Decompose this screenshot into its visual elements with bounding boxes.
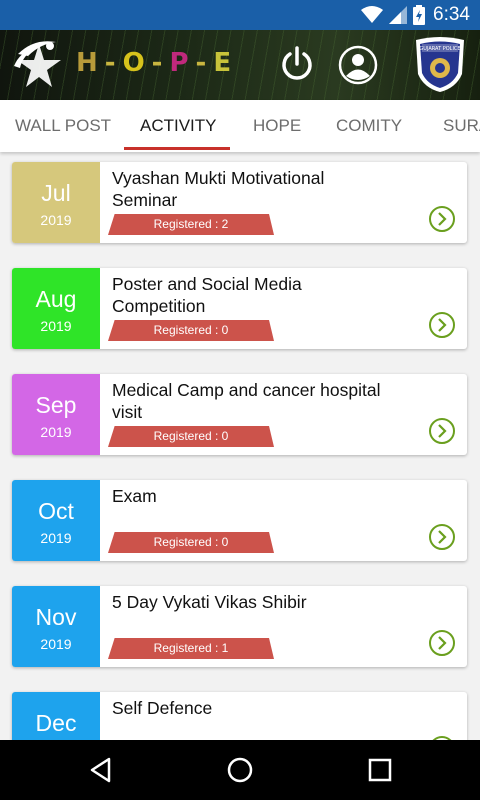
registered-badge: Registered : 1	[108, 638, 274, 659]
date-block: Nov 2019	[12, 586, 100, 667]
month-label: Aug	[35, 286, 77, 312]
grass-background	[0, 30, 480, 100]
activity-card[interactable]: Jul 2019 Vyashan Mukti Motivational Semi…	[12, 162, 467, 243]
month-label: Nov	[35, 604, 77, 630]
tab-bar: WALL POST ACTIVITY HOPE COMITY SURA	[0, 100, 480, 152]
tab-activity[interactable]: ACTIVITY	[140, 100, 217, 152]
registered-badge: Registered : 0	[108, 320, 274, 341]
hope-title-letter: P	[169, 48, 190, 78]
back-icon[interactable]	[86, 755, 116, 785]
year-label: 2019	[40, 530, 72, 546]
home-icon[interactable]	[225, 755, 255, 785]
month-label: Dec	[35, 710, 77, 736]
month-label: Sep	[35, 392, 77, 418]
chevron-right-icon[interactable]	[428, 629, 456, 657]
date-block: Aug 2019	[12, 268, 100, 349]
active-tab-indicator	[124, 147, 230, 150]
cell-signal-icon	[389, 6, 408, 24]
hope-title-letter: E	[213, 48, 233, 78]
status-bar: 6:34	[0, 0, 480, 30]
activity-title: Exam	[112, 486, 157, 506]
month-label: Oct	[38, 498, 74, 524]
activity-card[interactable]: Aug 2019 Poster and Social Media Competi…	[12, 268, 467, 349]
hope-title-letter: H	[76, 48, 99, 78]
activity-title: Self Defence	[112, 698, 213, 718]
tab-hope[interactable]: HOPE	[253, 100, 301, 152]
activity-title: 5 Day Vykati Vikas Shibir	[112, 592, 307, 612]
hope-star-logo-icon	[14, 41, 61, 87]
tab-comity[interactable]: COMITY	[336, 100, 402, 152]
year-label: 2019	[40, 212, 72, 228]
activity-card[interactable]: Sep 2019 Medical Camp and cancer hospita…	[12, 374, 467, 455]
registered-badge: Registered : 0	[108, 426, 274, 447]
police-badge-logo: GUJARAT POLICE	[416, 37, 464, 92]
activity-card[interactable]: Dec Self Defence	[12, 692, 467, 740]
chevron-right-icon[interactable]	[428, 205, 456, 233]
tab-wall-post[interactable]: WALL POST	[15, 100, 111, 152]
power-icon[interactable]	[278, 45, 316, 83]
month-label: Jul	[41, 180, 71, 206]
hope-title-letter: -	[195, 48, 208, 78]
chevron-right-icon[interactable]	[428, 523, 456, 551]
activity-card[interactable]: Oct 2019 Exam Registered : 0	[12, 480, 467, 561]
activity-title: Vyashan Mukti Motivational Seminar	[112, 168, 325, 210]
activity-title: Medical Camp and cancer hospital visit	[112, 380, 381, 422]
status-time: 6:34	[433, 4, 470, 25]
profile-icon[interactable]	[338, 45, 378, 85]
date-block: Dec	[12, 692, 100, 740]
registered-badge: Registered : 2	[108, 214, 274, 235]
app-header: H-O-P-E GUJARAT POLICE	[0, 30, 480, 100]
tab-sura[interactable]: SURA	[443, 100, 480, 152]
recents-icon[interactable]	[365, 755, 395, 785]
badge-text: GUJARAT POLICE	[419, 46, 460, 52]
battery-icon	[413, 5, 426, 25]
activity-list: Jul 2019 Vyashan Mukti Motivational Semi…	[0, 152, 480, 740]
date-block: Oct 2019	[12, 480, 100, 561]
date-block: Jul 2019	[12, 162, 100, 243]
system-nav-bar	[0, 740, 480, 800]
registered-badge: Registered : 0	[108, 532, 274, 553]
hope-title-letter: -	[104, 48, 117, 78]
year-label: 2019	[40, 424, 72, 440]
hope-title-letter: -	[151, 48, 164, 78]
date-block: Sep 2019	[12, 374, 100, 455]
chevron-right-icon[interactable]	[428, 417, 456, 445]
activity-title: Poster and Social Media Competition	[112, 274, 302, 316]
hope-title: H-O-P-E	[76, 48, 238, 78]
wifi-icon	[361, 6, 384, 23]
hope-title-letter: O	[122, 48, 146, 78]
year-label: 2019	[40, 636, 72, 652]
activity-card[interactable]: Nov 2019 5 Day Vykati Vikas Shibir Regis…	[12, 586, 467, 667]
year-label: 2019	[40, 318, 72, 334]
chevron-right-icon[interactable]	[428, 311, 456, 339]
